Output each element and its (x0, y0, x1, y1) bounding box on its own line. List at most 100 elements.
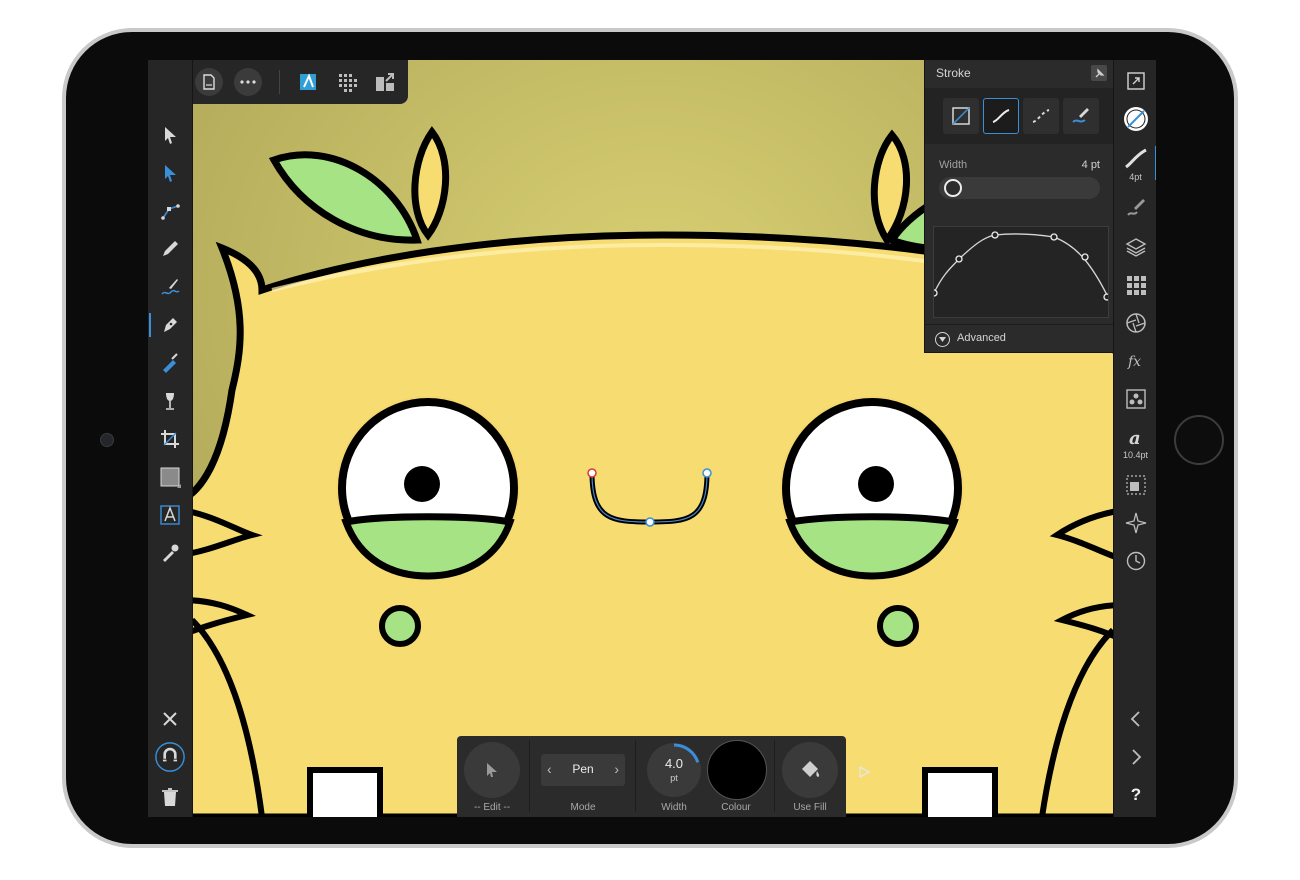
use-fill-button[interactable] (782, 742, 838, 798)
chevron-right-icon (1132, 749, 1142, 765)
toolbar-separator (279, 70, 280, 94)
left-toolbar (148, 60, 193, 817)
ctx-separator (635, 740, 636, 812)
stroke-icon (1125, 148, 1147, 169)
shape-tool[interactable] (155, 462, 185, 492)
cheek-right (877, 605, 919, 647)
navigator-studio-button[interactable] (1120, 508, 1152, 538)
effects-studio-button[interactable]: fx (1120, 346, 1152, 376)
symbols-icon (1126, 389, 1146, 409)
clock-icon (1126, 551, 1146, 571)
stroke-studio-button[interactable] (1120, 144, 1156, 180)
stroke-style-none[interactable] (943, 98, 979, 134)
crop-tool[interactable] (155, 424, 185, 454)
help-button[interactable]: ? (1120, 780, 1152, 810)
pen-nib-icon (164, 318, 177, 332)
close-icon (163, 712, 177, 726)
path-node-start (587, 468, 597, 478)
svg-text:a: a (1129, 428, 1141, 448)
camera-icon (100, 433, 114, 447)
width-dial[interactable]: 4.0 pt (646, 742, 702, 798)
transparency-tool[interactable] (155, 386, 185, 416)
stroke-style-brush[interactable] (1063, 98, 1099, 134)
width-unit: pt (670, 773, 678, 783)
fill-tool[interactable] (155, 348, 185, 378)
wine-glass-icon (166, 393, 174, 410)
pixel-persona-button[interactable] (333, 68, 361, 96)
colour-swatch[interactable] (707, 740, 767, 800)
dashed-line-icon (1032, 109, 1050, 123)
fullscreen-button[interactable] (1120, 66, 1152, 96)
symbols-studio-button[interactable] (1120, 384, 1152, 414)
brush-stroke-icon (1072, 108, 1089, 123)
layers-studio-button[interactable] (1120, 232, 1152, 262)
edit-button[interactable] (464, 742, 520, 798)
pin-icon (1095, 67, 1105, 77)
expand-context-button[interactable] (858, 765, 871, 781)
pencil-icon (163, 241, 178, 256)
trash-icon (162, 788, 178, 806)
tooth-left (307, 767, 383, 817)
mode-value: Pen (572, 762, 594, 776)
width-slider[interactable] (939, 177, 1100, 199)
stroke-style-solid[interactable] (983, 98, 1019, 134)
export-persona-button[interactable] (371, 68, 399, 96)
delete-button[interactable] (155, 782, 185, 812)
close-tool-button[interactable] (155, 704, 185, 734)
pin-panel-button[interactable] (1091, 65, 1107, 81)
color-picker-tool[interactable] (155, 538, 185, 568)
width-value: 4 pt (1081, 159, 1100, 171)
layers-icon (1125, 238, 1147, 257)
width-slider-knob[interactable] (944, 179, 962, 197)
solid-line-icon (992, 109, 1010, 123)
home-button (1174, 415, 1224, 465)
designer-persona-icon (300, 73, 316, 90)
node-tool[interactable] (155, 158, 185, 188)
width-number: 4.0 (664, 756, 684, 771)
snapping-button[interactable] (155, 742, 185, 772)
ellipsis-icon (240, 80, 256, 84)
chevron-right-icon[interactable]: › (614, 761, 619, 777)
colour-swatch-icon (1124, 107, 1148, 131)
advanced-toggle[interactable]: Advanced (925, 324, 1114, 353)
pen-tool[interactable] (149, 310, 185, 340)
brush-icon (1127, 199, 1145, 216)
aperture-icon (1126, 313, 1146, 333)
pressure-curve (930, 231, 1111, 301)
stroke-style-dashed[interactable] (1023, 98, 1059, 134)
more-button[interactable] (234, 68, 262, 96)
compass-icon (1125, 512, 1147, 534)
corner-tool[interactable] (155, 196, 185, 226)
use-fill-caption: Use Fill (793, 802, 827, 813)
app-screen: Stroke Width 4 pt Advanced 4pt fx a 10.4… (148, 60, 1156, 817)
advanced-label: Advanced (957, 332, 1006, 344)
text-tool[interactable] (155, 500, 185, 530)
text-size-label: 10.4pt (1122, 450, 1149, 460)
colour-studio-button[interactable] (1120, 104, 1152, 134)
stroke-panel: Stroke Width 4 pt Advanced (924, 60, 1114, 353)
document-button[interactable] (195, 68, 223, 96)
edit-caption: -- Edit -- (473, 802, 511, 813)
mode-selector[interactable]: ‹ Pen › (541, 754, 625, 786)
history-studio-button[interactable] (1120, 546, 1152, 576)
cursor-arrow-icon (487, 763, 497, 777)
swatches-studio-button[interactable] (1120, 270, 1152, 300)
no-stroke-icon (952, 107, 970, 125)
redo-button[interactable] (1120, 742, 1152, 772)
brushes-studio-button[interactable] (1120, 192, 1152, 222)
text-studio-button[interactable]: a (1120, 422, 1152, 452)
stroke-style-tabs (925, 88, 1114, 144)
text-style-icon: a (1129, 428, 1141, 448)
undo-button[interactable] (1120, 704, 1152, 734)
chevron-down-icon (935, 332, 950, 347)
pencil-tool[interactable] (155, 234, 185, 264)
move-tool[interactable] (155, 120, 185, 150)
pixel-grid-icon (339, 74, 357, 92)
transform-studio-button[interactable] (1120, 470, 1152, 500)
pressure-graph[interactable] (930, 226, 1111, 318)
designer-persona-button[interactable] (294, 68, 322, 96)
width-caption: Width (661, 802, 687, 813)
rectangle-icon (160, 467, 181, 488)
vector-brush-tool[interactable] (155, 272, 185, 302)
appearance-studio-button[interactable] (1120, 308, 1152, 338)
